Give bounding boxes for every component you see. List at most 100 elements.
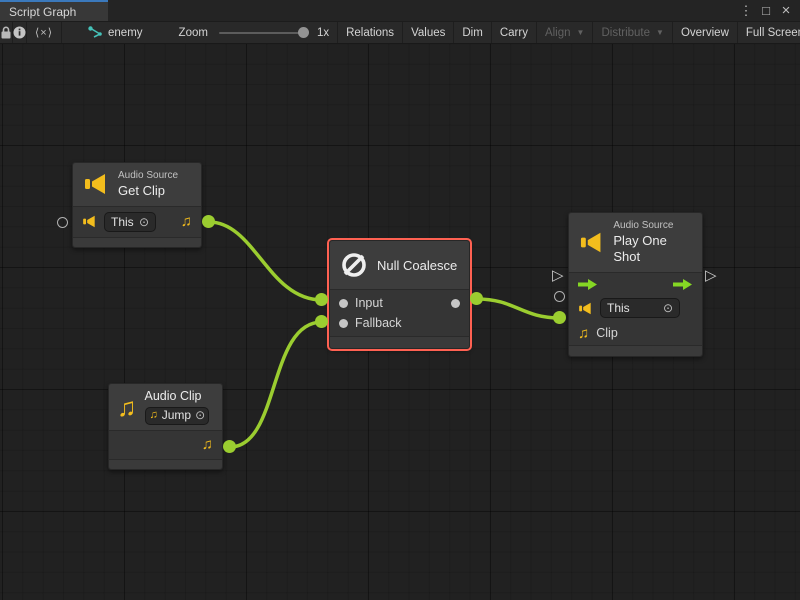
window-controls: ⋮ □ × bbox=[738, 0, 800, 21]
lock-icon bbox=[0, 26, 12, 39]
script-graph-window: Script Graph ⋮ □ × ⟨×⟩ bbox=[0, 0, 800, 600]
overview-button[interactable]: Overview bbox=[673, 22, 738, 43]
get-clip-title: Get Clip bbox=[118, 183, 178, 199]
zoom-value: 1x bbox=[317, 27, 329, 39]
close-icon[interactable]: × bbox=[778, 3, 794, 18]
audio-clip-footer bbox=[109, 459, 222, 469]
distribute-label: Distribute bbox=[601, 27, 650, 39]
audio-clip-titles: Audio Clip ♫ Jump ⊙ bbox=[145, 389, 209, 425]
audio-clip-output-icon: ♫ bbox=[181, 214, 192, 229]
play-one-shot-enter-port[interactable]: ▷ bbox=[552, 268, 564, 283]
get-clip-body: This ⊙ ♫ bbox=[73, 206, 201, 237]
audio-clip-icon: ♫ bbox=[117, 394, 137, 420]
object-picker-icon[interactable]: ⊙ bbox=[663, 301, 673, 315]
audio-clip-header: ♫ Audio Clip ♫ Jump ⊙ bbox=[109, 384, 222, 430]
play-one-shot-title: Play One Shot bbox=[613, 233, 692, 266]
relations-label: Relations bbox=[346, 27, 394, 39]
kebab-menu-icon[interactable]: ⋮ bbox=[738, 4, 754, 17]
wire-output-to-clip[interactable] bbox=[477, 299, 560, 318]
info-icon bbox=[13, 26, 26, 39]
result-port-dot[interactable] bbox=[451, 299, 460, 308]
get-clip-this-port[interactable] bbox=[57, 217, 68, 228]
play-one-shot-clip-row: ♫ Clip bbox=[569, 321, 702, 345]
null-fallback-port[interactable] bbox=[315, 315, 328, 328]
dim-label: Dim bbox=[462, 27, 482, 39]
zoom-slider[interactable] bbox=[219, 32, 305, 34]
audio-clip-field-icon: ♫ bbox=[150, 410, 158, 421]
input-label: Input bbox=[355, 296, 383, 310]
fallback-port-dot[interactable] bbox=[339, 319, 348, 328]
align-label: Align bbox=[545, 27, 571, 39]
play-one-shot-this-field[interactable]: This ⊙ bbox=[600, 298, 680, 318]
fallback-label: Fallback bbox=[355, 316, 402, 330]
fallback-port-row: Fallback bbox=[330, 313, 469, 336]
tab-script-graph[interactable]: Script Graph bbox=[0, 0, 108, 21]
audio-clip-body: ♫ bbox=[109, 430, 222, 459]
graph-name-label: enemy bbox=[108, 27, 143, 39]
distribute-dropdown-icon: ▼ bbox=[656, 28, 664, 37]
lock-button[interactable] bbox=[0, 22, 13, 43]
play-one-shot-footer bbox=[569, 345, 702, 356]
clip-label: Clip bbox=[596, 326, 618, 340]
play-one-shot-category: Audio Source bbox=[613, 220, 692, 233]
object-picker-icon[interactable]: ⊙ bbox=[139, 215, 149, 229]
node-null-coalesce[interactable]: Null Coalesce Input Fallback bbox=[329, 240, 470, 349]
play-one-shot-header: Audio Source Play One Shot bbox=[569, 213, 702, 272]
carry-button[interactable]: Carry bbox=[492, 22, 537, 43]
relations-button[interactable]: Relations bbox=[338, 22, 403, 43]
node-audio-clip[interactable]: ♫ Audio Clip ♫ Jump ⊙ ♫ bbox=[108, 383, 223, 470]
tab-title: Script Graph bbox=[9, 5, 76, 19]
audio-source-mini-icon bbox=[82, 215, 97, 228]
graph-toolbar: ⟨×⟩ enemy Zoom 1x Relations Values bbox=[0, 21, 800, 44]
overview-label: Overview bbox=[681, 27, 729, 39]
audio-source-icon bbox=[83, 173, 109, 195]
audio-clip-value-field[interactable]: ♫ Jump ⊙ bbox=[145, 407, 209, 425]
audio-source-icon bbox=[579, 231, 604, 254]
play-one-shot-exit-port[interactable]: ▷ bbox=[705, 268, 717, 283]
wire-audioclip-to-fallback[interactable] bbox=[230, 322, 322, 447]
null-output-port[interactable] bbox=[470, 292, 483, 305]
align-button: Align ▼ bbox=[537, 22, 594, 43]
dim-button[interactable]: Dim bbox=[454, 22, 491, 43]
values-label: Values bbox=[411, 27, 445, 39]
play-one-shot-this-port[interactable] bbox=[554, 291, 565, 302]
null-coalesce-title: Null Coalesce bbox=[377, 258, 457, 273]
align-dropdown-icon: ▼ bbox=[577, 28, 585, 37]
flow-out-arrow-icon[interactable] bbox=[673, 278, 693, 291]
play-one-shot-titles: Audio Source Play One Shot bbox=[613, 220, 692, 265]
zoom-group: Zoom 1x bbox=[171, 22, 338, 43]
get-clip-output-port[interactable] bbox=[202, 215, 215, 228]
full-screen-button[interactable]: Full Screen bbox=[738, 22, 800, 43]
code-view-button[interactable]: ⟨×⟩ bbox=[27, 22, 62, 43]
values-button[interactable]: Values bbox=[403, 22, 454, 43]
clip-input-icon: ♫ bbox=[578, 326, 589, 341]
get-clip-category: Audio Source bbox=[118, 170, 178, 183]
control-flow-row bbox=[569, 273, 702, 295]
zoom-slider-handle[interactable] bbox=[298, 27, 309, 38]
input-port-row: Input bbox=[330, 290, 469, 313]
play-one-shot-this-value: This bbox=[607, 301, 630, 315]
input-port-dot[interactable] bbox=[339, 299, 348, 308]
null-coalesce-footer bbox=[330, 336, 469, 348]
audio-clip-value: Jump bbox=[162, 408, 191, 423]
node-get-clip[interactable]: Audio Source Get Clip This ⊙ ♫ bbox=[72, 162, 202, 248]
toolbar-spacer bbox=[62, 22, 80, 43]
object-picker-icon[interactable]: ⊙ bbox=[195, 408, 205, 423]
audio-clip-title: Audio Clip bbox=[145, 389, 209, 405]
wire-getclip-to-input[interactable] bbox=[209, 222, 322, 300]
audio-source-mini-icon bbox=[578, 302, 593, 315]
toolbar-actions: Relations Values Dim Carry Align ▼ Distr… bbox=[337, 22, 800, 43]
graph-name-group[interactable]: enemy bbox=[80, 22, 151, 43]
get-clip-this-field[interactable]: This ⊙ bbox=[104, 212, 156, 232]
info-button[interactable] bbox=[13, 22, 27, 43]
play-one-shot-body: This ⊙ ♫ Clip bbox=[569, 272, 702, 345]
graph-canvas[interactable]: Audio Source Get Clip This ⊙ ♫ bbox=[0, 44, 800, 600]
node-play-one-shot[interactable]: Audio Source Play One Shot bbox=[568, 212, 703, 357]
play-one-shot-clip-port[interactable] bbox=[553, 311, 566, 324]
maximize-icon[interactable]: □ bbox=[758, 4, 774, 17]
get-clip-footer bbox=[73, 237, 201, 247]
get-clip-titles: Audio Source Get Clip bbox=[118, 170, 178, 199]
null-input-port[interactable] bbox=[315, 293, 328, 306]
audio-clip-output-port[interactable] bbox=[223, 440, 236, 453]
flow-in-arrow-icon[interactable] bbox=[578, 278, 598, 291]
